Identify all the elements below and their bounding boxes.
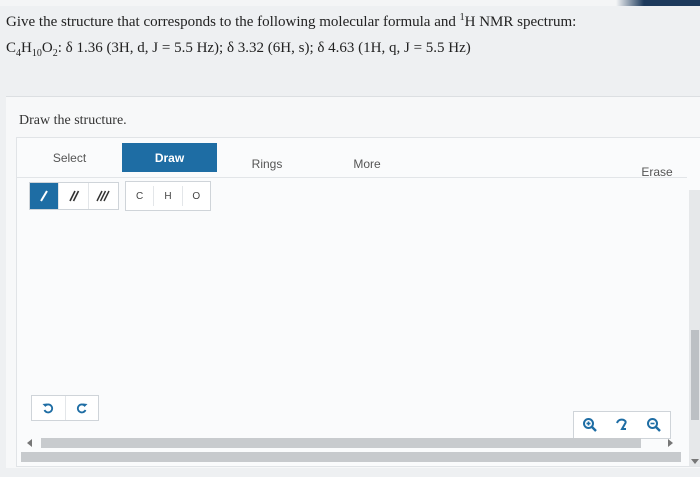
formula-h-sub: 10 [31, 48, 42, 59]
redo-icon[interactable] [66, 396, 99, 420]
undo-icon[interactable] [32, 396, 66, 420]
nmr-label: H NMR spectrum: [464, 14, 577, 30]
structure-editor[interactable]: Select Draw Rings More Erase C H O [16, 137, 700, 467]
horizontal-scroll-thumb[interactable] [41, 438, 641, 448]
atom-c-button[interactable]: C [126, 186, 155, 206]
atom-h-button[interactable]: H [154, 186, 183, 206]
answer-panel: Draw the structure. Select Draw Rings Mo… [6, 96, 700, 468]
formula-c: C [6, 40, 17, 56]
draw-prompt: Draw the structure. [19, 113, 127, 128]
formula-o: O [41, 40, 53, 56]
molecular-formula: C4H10O2: δ 1.36 (3H, d, J = 5.5 Hz); δ 3… [6, 40, 471, 59]
single-bond-icon[interactable] [30, 183, 60, 209]
double-bond-icon[interactable] [59, 183, 89, 209]
formula-spectrum: : δ 1.36 (3H, d, J = 5.5 Hz); δ 3.32 (6H… [57, 40, 471, 56]
tab-erase[interactable]: Erase [627, 158, 687, 186]
tab-draw[interactable]: Draw [122, 143, 217, 172]
zoom-toolbar [573, 411, 671, 439]
tab-more[interactable]: More [317, 150, 417, 178]
history-toolbar [31, 395, 99, 421]
scroll-down-icon[interactable] [691, 459, 699, 464]
editor-tabbar: Select Draw Rings More Erase [17, 138, 687, 179]
outer-horizontal-scrollbar[interactable] [21, 452, 681, 462]
formula-h: H [21, 40, 32, 56]
vertical-scrollbar[interactable] [689, 190, 700, 466]
tab-rings[interactable]: Rings [217, 150, 317, 178]
question-main: Give the structure that corresponds to t… [6, 14, 460, 30]
top-strip [0, 0, 700, 6]
horizontal-scrollbar[interactable] [25, 436, 675, 450]
atom-toolbar: C H O [125, 181, 211, 211]
scroll-right-icon[interactable] [668, 439, 673, 447]
zoom-in-icon[interactable] [574, 412, 606, 438]
zoom-out-icon[interactable] [638, 412, 670, 438]
tab-select[interactable]: Select [17, 144, 122, 172]
question-text: Give the structure that corresponds to t… [6, 12, 576, 31]
bond-toolbar [29, 182, 119, 210]
scroll-left-icon[interactable] [27, 439, 32, 447]
atom-o-button[interactable]: O [183, 186, 210, 206]
triple-bond-icon[interactable] [89, 183, 118, 209]
reset-zoom-icon[interactable] [606, 412, 638, 438]
vertical-scroll-thumb[interactable] [691, 330, 699, 420]
